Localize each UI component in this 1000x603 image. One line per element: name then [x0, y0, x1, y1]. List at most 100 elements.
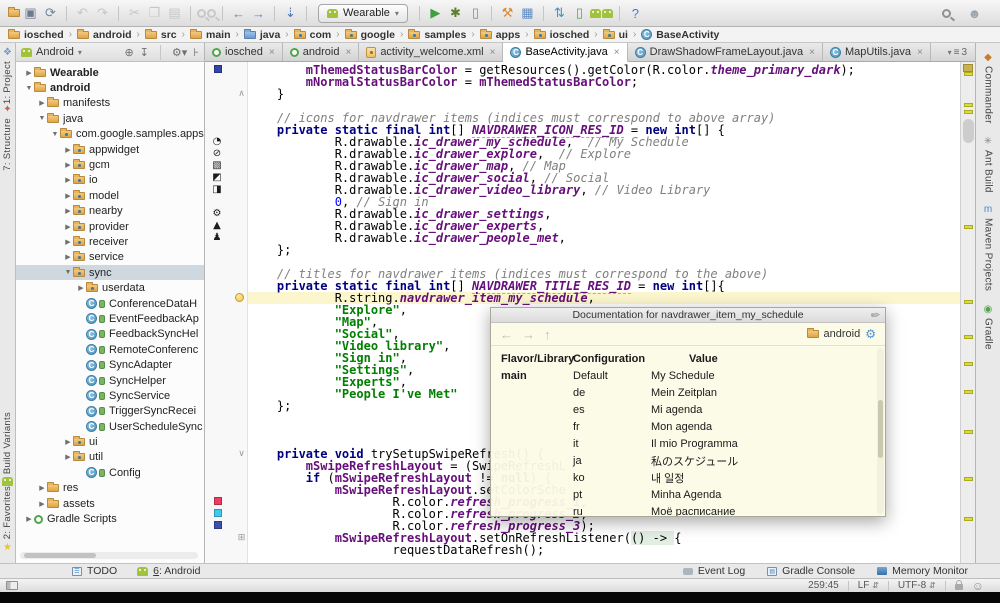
tree-expand-arrow[interactable]: ▶	[63, 253, 73, 261]
user-account-icon[interactable]: ☻	[965, 4, 984, 22]
scrollbar-thumb[interactable]	[24, 553, 96, 558]
tree-expand-arrow[interactable]: ▶	[37, 484, 47, 492]
tree-expand-arrow[interactable]: ▼	[50, 131, 60, 138]
color-preview-swatch[interactable]	[214, 497, 222, 505]
close-icon[interactable]: ×	[614, 47, 620, 58]
tree-expand-arrow[interactable]: ▶	[24, 69, 34, 77]
tree-item-userschedulesync[interactable]: CUserScheduleSync	[16, 419, 204, 434]
tree-item-syncservice[interactable]: CSyncService	[16, 388, 204, 403]
warning-stripe-mark[interactable]	[964, 335, 973, 339]
tree-item-android[interactable]: ▼android	[16, 80, 204, 95]
tab-DrawShadowFrameLayout.java[interactable]: CDrawShadowFrameLayout.java×	[628, 43, 823, 61]
tree-item-config[interactable]: CConfig	[16, 465, 204, 480]
warning-stripe-mark[interactable]	[964, 517, 973, 521]
breadcrumb-item[interactable]: iosched	[8, 29, 64, 41]
tree-item-ui[interactable]: ▶ui	[16, 434, 204, 449]
project-tree[interactable]: ▶Wearable▼android▶manifests▼java▼com.goo…	[16, 62, 205, 563]
warning-stripe-mark[interactable]	[964, 430, 973, 434]
drawable-video-library-icon[interactable]: ◨	[211, 184, 223, 195]
tool-button-event-log[interactable]: Event Log	[683, 565, 745, 577]
tree-item-eventfeedbackap[interactable]: CEventFeedbackAp	[16, 311, 204, 326]
drawable-social-icon[interactable]: ◩	[211, 172, 223, 183]
help-icon[interactable]: ?	[626, 4, 645, 22]
tree-expand-arrow[interactable]: ▼	[37, 115, 47, 122]
tree-expand-arrow[interactable]: ▶	[63, 223, 73, 231]
tree-item-receiver[interactable]: ▶receiver	[16, 234, 204, 249]
tree-item-gradle-scripts[interactable]: ▶Gradle Scripts	[16, 511, 204, 526]
inspections-profile-icon[interactable]: ☺	[972, 579, 984, 593]
tree-item-manifests[interactable]: ▶manifests	[16, 96, 204, 111]
tool-stripe-button-1-project[interactable]: ❖1: Project	[2, 47, 13, 104]
tree-item-sync[interactable]: ▼sync	[16, 265, 204, 280]
tool-stripe-button-maven-projects[interactable]: mMaven Projects	[983, 204, 994, 291]
tree-expand-arrow[interactable]: ▶	[63, 192, 73, 200]
tab-activity_welcome.xml[interactable]: activity_welcome.xml×	[359, 43, 503, 61]
find-icon[interactable]	[197, 9, 206, 18]
caret-position[interactable]: 259:45	[808, 580, 839, 591]
tree-item-io[interactable]: ▶io	[16, 173, 204, 188]
run-icon[interactable]: ▶	[426, 4, 445, 22]
replace-icon[interactable]	[207, 9, 216, 18]
open-file[interactable]	[8, 9, 20, 17]
gear-icon[interactable]: ⚙	[865, 327, 876, 341]
close-icon[interactable]: ×	[490, 47, 496, 58]
tree-item-userdata[interactable]: ▶userdata	[16, 280, 204, 295]
tree-expand-arrow[interactable]: ▶	[63, 146, 73, 154]
collapse-all-icon[interactable]: ↧	[140, 46, 149, 59]
tree-item-provider[interactable]: ▶provider	[16, 219, 204, 234]
breadcrumb-item[interactable]: iosched	[534, 29, 590, 41]
gradle-sync-icon[interactable]: ⇅	[550, 4, 569, 22]
drawable-my-schedule-icon[interactable]: ◔	[211, 136, 223, 147]
warning-stripe-mark[interactable]	[964, 362, 973, 366]
breadcrumb-item[interactable]: google	[345, 29, 395, 41]
warning-stripe-mark[interactable]	[964, 72, 973, 76]
tree-expand-arrow[interactable]: ▶	[63, 438, 73, 446]
tree-expand-arrow[interactable]: ▶	[24, 515, 34, 523]
project-view-selector[interactable]: Android	[36, 46, 74, 58]
close-icon[interactable]: ×	[809, 47, 815, 58]
search-everywhere-icon[interactable]	[942, 9, 951, 18]
tree-expand-arrow[interactable]: ▶	[63, 238, 73, 246]
close-icon[interactable]: ×	[917, 47, 923, 58]
popup-scrollbar[interactable]	[877, 348, 884, 514]
breadcrumb-item[interactable]: java	[244, 29, 280, 41]
save-all-icon[interactable]: ▣	[21, 4, 40, 22]
drawable-map-icon[interactable]: ▧	[211, 160, 223, 171]
tool-button--android[interactable]: 6: Android	[137, 565, 200, 577]
warning-stripe-mark[interactable]	[964, 300, 973, 304]
tree-item-java[interactable]: ▼java	[16, 111, 204, 126]
breadcrumb-item[interactable]: main	[190, 29, 231, 41]
color-preview-swatch[interactable]	[214, 65, 222, 73]
sdk-manager-icon[interactable]	[590, 9, 601, 18]
breadcrumb-item[interactable]: com	[294, 29, 332, 41]
pin-icon[interactable]: ✐	[867, 308, 882, 324]
project-tree-hscrollbar[interactable]	[20, 552, 198, 559]
lock-icon[interactable]	[955, 584, 963, 590]
tool-stripe-button-build-variants[interactable]: Build Variants	[2, 412, 13, 486]
tool-button-memory-monitor[interactable]: Memory Monitor	[877, 565, 968, 577]
tree-item-nearby[interactable]: ▶nearby	[16, 204, 204, 219]
breadcrumb-item[interactable]: apps	[480, 29, 521, 41]
chevron-down-icon[interactable]: ▾	[78, 48, 82, 57]
close-icon[interactable]: ×	[345, 47, 351, 58]
drawable-people-met-icon[interactable]: ♟	[211, 232, 223, 243]
make-project-icon[interactable]: ⇣	[281, 4, 300, 22]
hide-panel-icon[interactable]: ⊦	[193, 46, 199, 59]
color-preview-swatch[interactable]	[214, 521, 222, 529]
tree-item-res[interactable]: ▶res	[16, 481, 204, 496]
tool-stripe-button-ant-build[interactable]: ✳Ant Build	[983, 136, 994, 193]
drawable-settings-icon[interactable]: ⚙	[211, 208, 223, 219]
back-icon[interactable]: ←	[229, 4, 248, 22]
tree-expand-arrow[interactable]: ▶	[37, 99, 47, 107]
undo-icon[interactable]: ↶	[73, 4, 92, 22]
attach-debugger-icon[interactable]: ▯	[466, 4, 485, 22]
drawable-experts-icon[interactable]: ▲	[211, 220, 223, 231]
run-configuration-selector[interactable]: Wearable▾	[318, 4, 408, 23]
fold-marker-icon[interactable]: ⊞	[236, 532, 247, 544]
tree-item-util[interactable]: ▶util	[16, 450, 204, 465]
tree-item-syncadapter[interactable]: CSyncAdapter	[16, 357, 204, 372]
breadcrumb-item[interactable]: android	[77, 29, 132, 41]
tool-stripe-button-commander[interactable]: ◆Commander	[983, 52, 994, 124]
back-icon[interactable]: ←	[500, 327, 513, 342]
redo-icon[interactable]: ↷	[93, 4, 112, 22]
